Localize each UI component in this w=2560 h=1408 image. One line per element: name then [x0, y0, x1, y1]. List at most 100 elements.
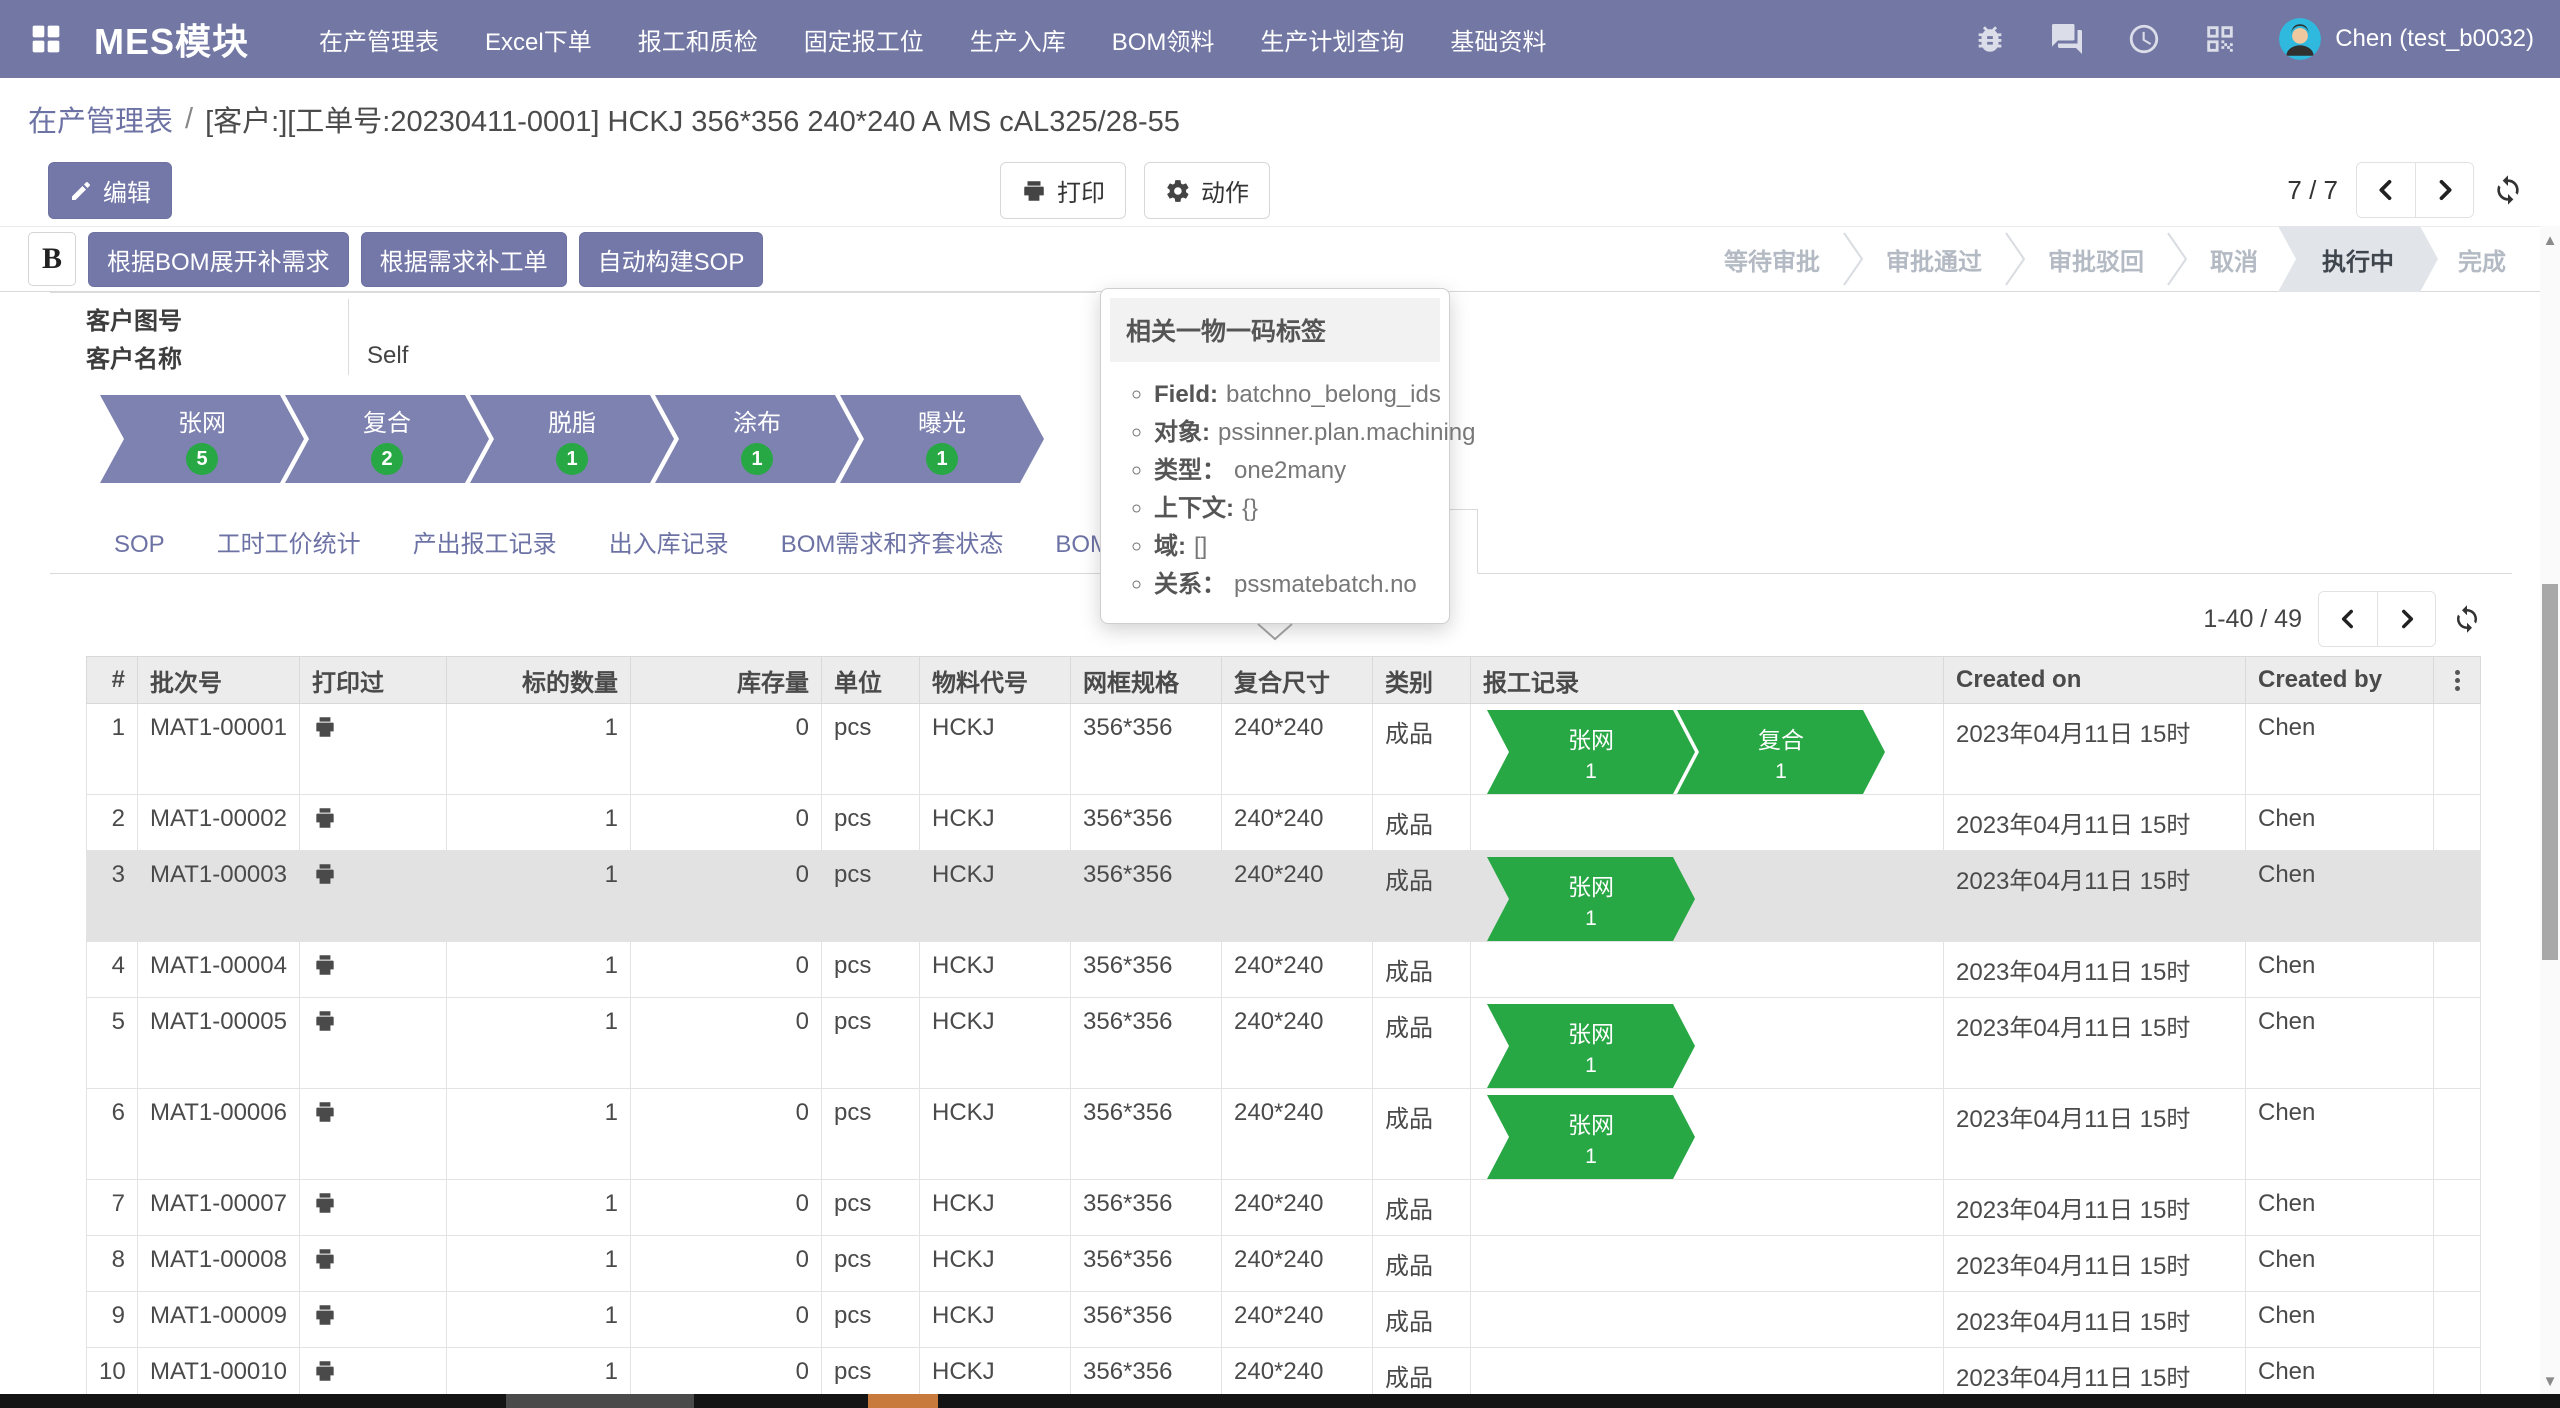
cell-frame-spec: 356*356 [1071, 998, 1222, 1089]
topbar-menu-item-6[interactable]: BOM领料 [1112, 22, 1215, 57]
column-header-11[interactable]: 报工记录 [1471, 657, 1944, 704]
cell-target-qty: 1 [447, 1348, 631, 1395]
table-row[interactable]: 9MAT1-0000910pcsHCKJ356*356240*240成品2023… [87, 1292, 2481, 1348]
table-row[interactable]: 1MAT1-0000110pcsHCKJ356*356240*240成品张网1复… [87, 704, 2481, 795]
topbar-menu-item-8[interactable]: 基础资料 [1450, 22, 1546, 57]
cell-stock-qty: 0 [631, 851, 822, 942]
workflow-stage-1[interactable]: 张网5 [100, 395, 304, 483]
cell-options [2434, 1348, 2481, 1395]
column-header-8[interactable]: 网框规格 [1071, 657, 1222, 704]
action-button[interactable]: 动作 [1144, 162, 1270, 219]
column-header-10[interactable]: 类别 [1373, 657, 1471, 704]
status-action-button-1[interactable]: 根据BOM展开补需求 [88, 232, 349, 287]
cell-printed [300, 704, 447, 795]
breadcrumb-parent-link[interactable]: 在产管理表 [28, 98, 173, 140]
status-step-4[interactable]: 取消 [2190, 226, 2278, 292]
refresh-icon[interactable] [2492, 174, 2524, 206]
workflow-stage-3[interactable]: 脱脂1 [470, 395, 674, 483]
column-header-5[interactable]: 库存量 [631, 657, 822, 704]
bold-button[interactable]: B [28, 232, 76, 286]
cell-batch-no: MAT1-00006 [138, 1089, 300, 1180]
app-title[interactable]: MES模块 [94, 13, 249, 65]
status-action-button-3[interactable]: 自动构建SOP [579, 232, 764, 287]
vertical-scrollbar[interactable]: ▲ ▼ [2540, 226, 2560, 1394]
table-row[interactable]: 10MAT1-0001010pcsHCKJ356*356240*240成品202… [87, 1348, 2481, 1395]
cell-work-records [1471, 942, 1944, 998]
cell-options [2434, 998, 2481, 1089]
work-record-arrow[interactable]: 张网1 [1487, 710, 1695, 794]
messages-icon[interactable] [2049, 21, 2085, 57]
table-row[interactable]: 4MAT1-0000410pcsHCKJ356*356240*240成品2023… [87, 942, 2481, 998]
scroll-down-icon[interactable]: ▼ [2540, 1373, 2560, 1390]
table-row[interactable]: 6MAT1-0000610pcsHCKJ356*356240*240成品张网12… [87, 1089, 2481, 1180]
column-header-12[interactable]: Created on [1944, 657, 2246, 704]
topbar-menu-item-7[interactable]: 生产计划查询 [1260, 22, 1404, 57]
form-pager-next-button[interactable] [2415, 163, 2473, 217]
column-header-13[interactable]: Created by [2246, 657, 2434, 704]
edit-button[interactable]: 编辑 [48, 162, 172, 219]
topbar-menu-item-1[interactable]: 在产管理表 [319, 22, 439, 57]
status-steps: 等待审批审批通过审批驳回取消执行中完成 [1704, 226, 2526, 292]
column-header-3[interactable]: 打印过 [300, 657, 447, 704]
tab-4[interactable]: 出入库记录 [583, 510, 755, 573]
print-button[interactable]: 打印 [1000, 162, 1126, 219]
status-step-2[interactable]: 审批通过 [1866, 226, 2002, 292]
cell-work-records [1471, 1348, 1944, 1395]
scroll-up-icon[interactable]: ▲ [2540, 232, 2560, 249]
table-row[interactable]: 2MAT1-0000210pcsHCKJ356*356240*240成品2023… [87, 795, 2481, 851]
work-record-arrow[interactable]: 张网1 [1487, 1095, 1695, 1179]
topbar-menu-item-3[interactable]: 报工和质检 [638, 22, 758, 57]
column-options-button[interactable] [2434, 657, 2481, 704]
list-refresh-icon[interactable] [2452, 604, 2482, 634]
workflow-stage-4[interactable]: 涂布1 [655, 395, 859, 483]
apps-grid-icon[interactable] [26, 19, 66, 59]
work-record-arrow[interactable]: 张网1 [1487, 1004, 1695, 1088]
column-header-7[interactable]: 物料代号 [920, 657, 1071, 704]
field-value-customer-name[interactable]: Self [348, 337, 1096, 375]
scrollbar-thumb[interactable] [2542, 584, 2558, 960]
table-row[interactable]: 3MAT1-0000310pcsHCKJ356*356240*240成品张网12… [87, 851, 2481, 942]
cell-work-records [1471, 1292, 1944, 1348]
status-action-button-2[interactable]: 根据需求补工单 [361, 232, 567, 287]
cell-index: 9 [87, 1292, 138, 1348]
status-step-5[interactable]: 执行中 [2278, 226, 2438, 292]
column-header-6[interactable]: 单位 [822, 657, 920, 704]
topbar-menu-item-2[interactable]: Excel下单 [485, 22, 592, 57]
taskbar-segment [506, 1394, 694, 1408]
workflow-stage-5[interactable]: 曝光1 [840, 395, 1044, 483]
bug-icon[interactable] [1973, 22, 2007, 56]
printed-icon [312, 1099, 338, 1125]
table-row[interactable]: 5MAT1-0000510pcsHCKJ356*356240*240成品张网12… [87, 998, 2481, 1089]
work-record-arrow[interactable]: 张网1 [1487, 857, 1695, 941]
tab-1[interactable]: SOP [88, 517, 191, 573]
chevron-right-icon [2394, 606, 2420, 632]
user-menu[interactable]: Chen (test_b0032) [2279, 18, 2534, 60]
table-row[interactable]: 7MAT1-0000710pcsHCKJ356*356240*240成品2023… [87, 1180, 2481, 1236]
cell-batch-no: MAT1-00004 [138, 942, 300, 998]
tab-3[interactable]: 产出报工记录 [387, 510, 583, 573]
status-step-6[interactable]: 完成 [2438, 226, 2526, 292]
column-header-9[interactable]: 复合尺寸 [1222, 657, 1373, 704]
workflow-stage-2[interactable]: 复合2 [285, 395, 489, 483]
cell-printed [300, 851, 447, 942]
column-header-1[interactable]: # [87, 657, 138, 704]
list-pager-next-button[interactable] [2377, 592, 2435, 646]
qr-code-icon[interactable] [2203, 22, 2237, 56]
form-pager-prev-button[interactable] [2357, 163, 2415, 217]
topbar-menu-item-4[interactable]: 固定报工位 [804, 22, 924, 57]
status-step-3[interactable]: 审批驳回 [2028, 226, 2164, 292]
tab-2[interactable]: 工时工价统计 [191, 510, 387, 573]
cell-index: 1 [87, 704, 138, 795]
field-value-customer-drawing[interactable] [348, 299, 1096, 337]
list-pager-prev-button[interactable] [2319, 592, 2377, 646]
tab-5[interactable]: BOM需求和齐套状态 [755, 510, 1030, 573]
cell-printed [300, 1180, 447, 1236]
work-record-arrow[interactable]: 复合1 [1677, 710, 1885, 794]
topbar-menu-item-5[interactable]: 生产入库 [970, 22, 1066, 57]
column-header-2[interactable]: 批次号 [138, 657, 300, 704]
status-step-1[interactable]: 等待审批 [1704, 226, 1840, 292]
printed-icon [312, 1190, 338, 1216]
activity-clock-icon[interactable] [2127, 22, 2161, 56]
column-header-4[interactable]: 标的数量 [447, 657, 631, 704]
table-row[interactable]: 8MAT1-0000810pcsHCKJ356*356240*240成品2023… [87, 1236, 2481, 1292]
